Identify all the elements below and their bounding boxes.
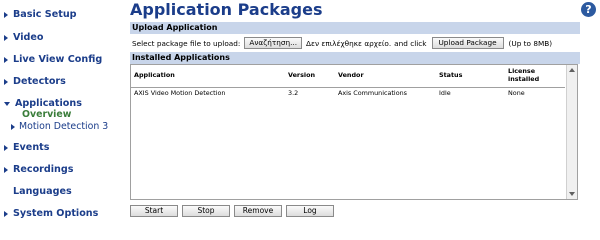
cell-status: Idle xyxy=(439,89,451,97)
nav-label: Events xyxy=(13,142,50,153)
log-button[interactable]: Log xyxy=(286,205,334,217)
subnav-motion-detection[interactable]: Motion Detection 3 xyxy=(11,121,109,132)
installed-section-header: Installed Applications xyxy=(130,52,580,64)
no-file-text: Δεν επιλέχθηκε αρχείο. xyxy=(306,38,392,48)
browse-button[interactable]: Αναζήτηση... xyxy=(244,37,303,49)
size-limit-text: (Up to 8MB) xyxy=(508,38,553,48)
chevron-right-icon xyxy=(4,78,8,85)
chevron-right-icon xyxy=(4,144,8,151)
scroll-down-icon[interactable] xyxy=(569,192,575,196)
remove-button[interactable]: Remove xyxy=(234,205,282,217)
page-title: Application Packages xyxy=(130,0,323,19)
cell-version: 3.2 xyxy=(288,89,299,97)
nav-recordings[interactable]: Recordings xyxy=(4,164,73,175)
col-vendor: Vendor xyxy=(338,71,364,79)
nav-system-options[interactable]: System Options xyxy=(4,208,98,219)
subnav-overview[interactable]: Overview xyxy=(22,109,71,120)
nav-applications[interactable]: Applications xyxy=(4,98,82,109)
nav-label: Languages xyxy=(13,186,72,197)
nav-label: Recordings xyxy=(13,164,74,175)
nav-languages[interactable]: Languages xyxy=(13,186,72,197)
col-license: License xyxy=(508,67,536,75)
action-buttons: Start Stop Remove Log xyxy=(130,205,334,217)
nav-label: Video xyxy=(13,32,44,43)
upload-section-header: Upload Application xyxy=(130,22,580,34)
nav-live-view-config[interactable]: Live View Config xyxy=(4,54,102,65)
chevron-down-icon xyxy=(4,101,10,106)
nav-label: Basic Setup xyxy=(13,9,77,20)
cell-license: None xyxy=(508,89,525,97)
nav-label: Live View Config xyxy=(13,54,103,65)
chevron-right-icon xyxy=(4,166,8,173)
stop-button[interactable]: Stop xyxy=(182,205,230,217)
chevron-right-icon xyxy=(4,11,8,18)
nav-label: Applications xyxy=(15,98,82,109)
help-icon[interactable]: ? xyxy=(581,2,596,17)
sidebar-nav: Basic Setup Video Live View Config Detec… xyxy=(0,0,128,223)
upload-row: Select package file to upload: Αναζήτηση… xyxy=(130,36,580,50)
upload-package-button[interactable]: Upload Package xyxy=(431,37,504,49)
nav-video[interactable]: Video xyxy=(4,32,44,43)
installed-apps-table: Application Version Vendor Status Licens… xyxy=(130,64,578,200)
main-content: Application Packages ? Upload Applicatio… xyxy=(130,0,600,223)
nav-basic-setup[interactable]: Basic Setup xyxy=(4,9,77,20)
nav-label: Detectors xyxy=(13,76,66,87)
nav-detectors[interactable]: Detectors xyxy=(4,76,66,87)
cell-application: AXIS Video Motion Detection xyxy=(134,89,226,97)
col-status: Status xyxy=(439,71,463,79)
nav-events[interactable]: Events xyxy=(4,142,49,153)
scroll-up-icon[interactable] xyxy=(569,68,575,72)
subnav-label: Motion Detection 3 xyxy=(19,121,109,132)
chevron-right-icon xyxy=(4,210,8,217)
upload-prompt: Select package file to upload: xyxy=(132,38,241,48)
chevron-right-icon xyxy=(11,123,15,130)
col-version: Version xyxy=(288,71,316,79)
col-application: Application xyxy=(134,71,175,79)
chevron-right-icon xyxy=(4,56,8,63)
and-click-text: and click xyxy=(394,38,427,48)
cell-vendor: Axis Communications xyxy=(338,89,407,97)
table-scrollbar[interactable] xyxy=(566,65,577,199)
table-row[interactable]: AXIS Video Motion Detection 3.2 Axis Com… xyxy=(131,89,565,97)
nav-label: System Options xyxy=(13,208,99,219)
start-button[interactable]: Start xyxy=(130,205,178,217)
table-header: Application Version Vendor Status Licens… xyxy=(131,65,565,88)
col-license-installed: installed xyxy=(508,75,540,83)
chevron-right-icon xyxy=(4,34,8,41)
